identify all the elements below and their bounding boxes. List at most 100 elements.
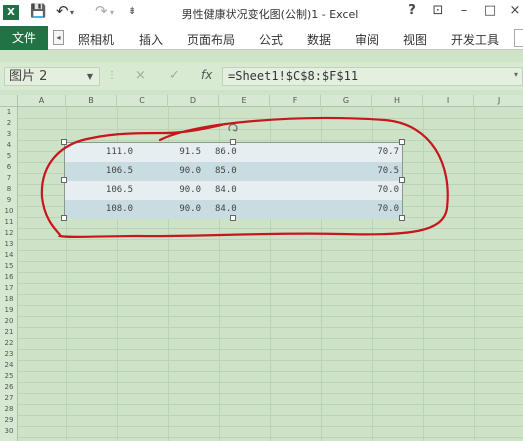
column-header-d[interactable]: D (168, 95, 219, 107)
resize-handle[interactable] (61, 177, 67, 183)
row-gridline (18, 272, 523, 273)
column-header-i[interactable]: I (423, 95, 474, 107)
tab-developer[interactable]: 开发工具 (451, 31, 499, 48)
picture-cell: 70.0 (377, 204, 399, 214)
column-header-c[interactable]: C (117, 95, 168, 107)
excel-app-icon: X (3, 5, 19, 20)
resize-handle[interactable] (230, 139, 236, 145)
cancel-icon[interactable]: × (135, 68, 146, 83)
picture-cell: 106.5 (105, 166, 133, 176)
row-header[interactable]: 7 (0, 173, 18, 184)
name-box[interactable]: 图片 2 ▼ (4, 67, 100, 86)
row-header[interactable]: 5 (0, 151, 18, 162)
picture-cell: 90.0 (179, 204, 201, 214)
insert-function-icon[interactable]: fx (201, 68, 212, 82)
column-header-b[interactable]: B (66, 95, 117, 107)
row-header[interactable]: 6 (0, 162, 18, 173)
resize-handle[interactable] (399, 215, 405, 221)
redo-dropdown-icon[interactable]: ▾ (110, 8, 114, 17)
row-header[interactable]: 3 (0, 129, 18, 140)
picture-cell: 108.0 (105, 204, 133, 214)
column-header-j[interactable]: J (474, 95, 523, 107)
row-header[interactable]: 13 (0, 239, 18, 250)
tab-camera[interactable]: 照相机 (78, 31, 114, 48)
row-header[interactable]: 1 (0, 107, 18, 118)
resize-handle[interactable] (399, 177, 405, 183)
redo-icon[interactable]: ↷ (95, 2, 108, 20)
maximize-button[interactable]: □ (480, 3, 500, 18)
row-header[interactable]: 18 (0, 294, 18, 305)
row-header[interactable]: 23 (0, 349, 18, 360)
tab-page-layout[interactable]: 页面布局 (187, 31, 235, 48)
column-header-e[interactable]: E (219, 95, 270, 107)
tab-view[interactable]: 视图 (403, 31, 427, 48)
resize-handle[interactable] (61, 139, 67, 145)
tab-insert[interactable]: 插入 (139, 31, 163, 48)
row-header[interactable]: 12 (0, 228, 18, 239)
row-header[interactable]: 25 (0, 371, 18, 382)
row-header[interactable]: 29 (0, 415, 18, 426)
row-header[interactable]: 28 (0, 404, 18, 415)
resize-handle[interactable] (399, 139, 405, 145)
tab-data[interactable]: 数据 (307, 31, 331, 48)
resize-handle[interactable] (230, 215, 236, 221)
formula-input[interactable]: =Sheet1!$C$8:$F$11 (222, 67, 523, 86)
tab-formulas[interactable]: 公式 (259, 31, 283, 48)
picture-cell: 86.0 (215, 147, 237, 157)
row-gridline (18, 129, 523, 130)
select-all-corner[interactable] (0, 95, 18, 107)
row-gridline (18, 250, 523, 251)
row-header[interactable]: 24 (0, 360, 18, 371)
worksheet-grid[interactable]: ABCDEFGHIJ 1 2 3 4 5 6 7 8 9 10 11 12 13 14 15 16 17 18 19… (0, 95, 523, 441)
save-icon[interactable]: 💾 (30, 4, 46, 19)
title-bar: X 💾 ↶ ▾ ↷ ▾ ⇟ 男性健康状况变化图(公制)1 - Excel ? ⊡… (0, 0, 523, 26)
row-header[interactable]: 15 (0, 261, 18, 272)
close-button[interactable]: × (505, 3, 523, 18)
enter-icon[interactable]: ✓ (169, 68, 180, 83)
row-gridline (18, 228, 523, 229)
tab-file[interactable]: 文件 (0, 26, 48, 50)
rotate-handle-icon[interactable] (227, 123, 239, 135)
row-gridline (18, 118, 523, 119)
row-gridline (18, 294, 523, 295)
row-header[interactable]: 14 (0, 250, 18, 261)
column-header-h[interactable]: H (372, 95, 423, 107)
row-header[interactable]: 19 (0, 305, 18, 316)
undo-icon[interactable]: ↶ (56, 2, 69, 20)
row-header[interactable]: 30 (0, 426, 18, 437)
row-header[interactable]: 10 (0, 206, 18, 217)
row-gridline (18, 437, 523, 438)
row-gridline (18, 140, 523, 141)
row-header[interactable]: 16 (0, 272, 18, 283)
row-header[interactable]: 27 (0, 393, 18, 404)
ribbon-scroll-left-icon[interactable]: ◂ (53, 30, 64, 45)
column-header-g[interactable]: G (321, 95, 372, 107)
help-button[interactable]: ? (402, 3, 422, 18)
undo-dropdown-icon[interactable]: ▾ (70, 8, 74, 17)
row-header[interactable]: 17 (0, 283, 18, 294)
picture-row: 106.5 90.0 85.0 70.5 (65, 162, 402, 181)
row-header[interactable]: 26 (0, 382, 18, 393)
minimize-button[interactable]: – (454, 3, 474, 18)
column-header-f[interactable]: F (270, 95, 321, 107)
expand-formula-bar-icon[interactable]: ▾ (514, 70, 518, 79)
camera-picture[interactable]: 111.0 91.5 86.0 70.7 106.5 90.0 85.0 70.5 106.5 9… (61, 139, 405, 221)
row-header[interactable]: 21 (0, 327, 18, 338)
row-header[interactable]: 8 (0, 184, 18, 195)
chevron-down-icon[interactable]: ▼ (87, 68, 93, 85)
row-header[interactable]: 11 (0, 217, 18, 228)
tab-review[interactable]: 审阅 (355, 31, 379, 48)
row-header[interactable]: 20 (0, 316, 18, 327)
column-header-a[interactable]: A (18, 95, 66, 107)
row-header[interactable]: 4 (0, 140, 18, 151)
resize-handle[interactable] (61, 215, 67, 221)
formula-bar-grip-icon: ⋮ (107, 70, 117, 81)
ribbon-overflow[interactable] (514, 29, 523, 47)
customize-qat-icon[interactable]: ⇟ (128, 6, 136, 17)
ribbon-display-button[interactable]: ⊡ (428, 3, 448, 18)
row-header[interactable]: 9 (0, 195, 18, 206)
row-gridline (18, 404, 523, 405)
row-gridline (18, 360, 523, 361)
row-header[interactable]: 2 (0, 118, 18, 129)
row-header[interactable]: 22 (0, 338, 18, 349)
